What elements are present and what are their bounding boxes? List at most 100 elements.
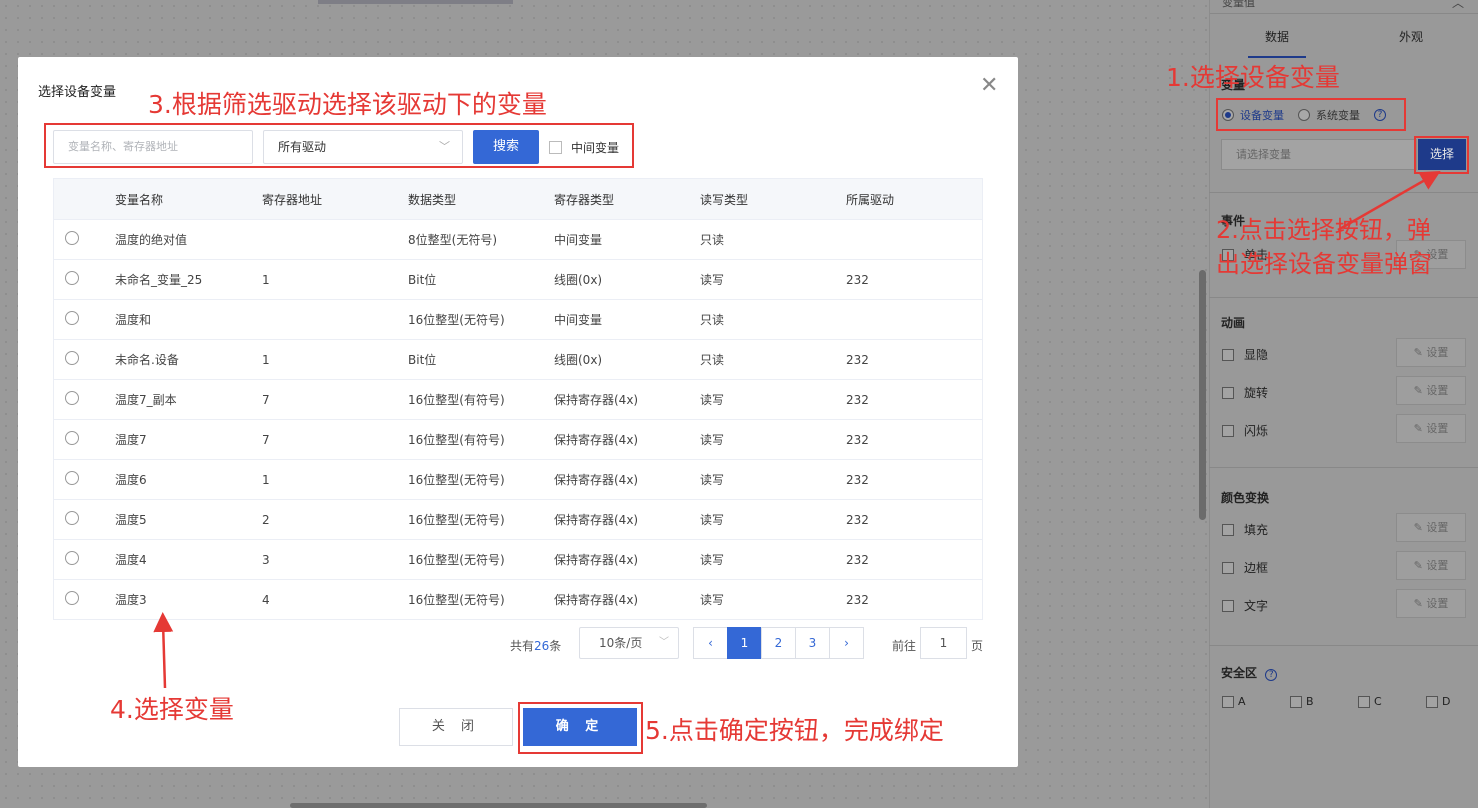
color-border-label: 边框 (1244, 561, 1269, 575)
cell-data-type: 16位整型(无符号) (408, 313, 505, 327)
table-row[interactable]: 温度3 4 16位整型(无符号) 保持寄存器(4x) 读写 232 (54, 579, 982, 619)
safe-zone-title: 安全区 ? (1221, 664, 1278, 681)
row-radio[interactable] (65, 311, 79, 325)
color-fill-checkbox[interactable] (1222, 523, 1234, 536)
cell-driver: 232 (846, 432, 869, 447)
chevron-up-icon[interactable]: ︿ (1452, 0, 1464, 11)
color-border-set-button[interactable]: ✎ 设置 (1396, 551, 1466, 580)
safe-zone-c[interactable]: C (1358, 695, 1426, 708)
tab-data[interactable]: 数据 (1210, 14, 1344, 58)
variable-input[interactable]: 请选择变量 (1221, 139, 1417, 170)
question-circle-icon[interactable]: ? (1265, 669, 1278, 681)
color-text-checkbox[interactable] (1222, 599, 1234, 612)
anim-rotate-set-button[interactable]: ✎ 设置 (1396, 376, 1466, 405)
table-row[interactable]: 温度5 2 16位整型(无符号) 保持寄存器(4x) 读写 232 (54, 499, 982, 539)
anim-visibility-checkbox[interactable] (1222, 348, 1234, 361)
safe-c-label: C (1374, 695, 1382, 708)
cell-driver: 232 (846, 352, 869, 367)
row-radio[interactable] (65, 271, 79, 285)
cell-register-address: 4 (262, 592, 270, 607)
table-row[interactable]: 温度和 16位整型(无符号) 中间变量 只读 (54, 299, 982, 339)
cell-rw-type: 读写 (700, 393, 725, 407)
annotation-step2-line1: 2.点击选择按钮，弹 (1216, 216, 1431, 244)
cell-register-address: 1 (262, 272, 270, 287)
row-radio[interactable] (65, 231, 79, 245)
row-radio[interactable] (65, 511, 79, 525)
table-row[interactable]: 未命名.设备 1 Bit位 线圈(0x) 只读 232 (54, 339, 982, 379)
cell-variable-name: 未命名_变量_25 (115, 273, 203, 287)
panel-tabs: 数据 外观 (1210, 14, 1478, 58)
row-radio[interactable] (65, 431, 79, 445)
table-row[interactable]: 温度6 1 16位整型(无符号) 保持寄存器(4x) 读写 232 (54, 459, 982, 499)
annotation-step1: 1.选择设备变量 (1166, 63, 1340, 92)
table-row[interactable]: 温度7_副本 7 16位整型(有符号) 保持寄存器(4x) 读写 232 (54, 379, 982, 419)
cell-driver: 232 (846, 512, 869, 527)
color-row-fill[interactable]: 填充 (1222, 521, 1268, 538)
row-radio[interactable] (65, 351, 79, 365)
anim-row-visibility[interactable]: 显隐 (1222, 346, 1268, 363)
cell-register-address: 2 (262, 512, 270, 527)
cell-rw-type: 读写 (700, 273, 725, 287)
cell-driver: 232 (846, 272, 869, 287)
cell-variable-name: 温度7 (115, 433, 147, 447)
anim-rotate-checkbox[interactable] (1222, 386, 1234, 399)
close-icon[interactable]: ✕ (980, 75, 998, 97)
safe-b-checkbox[interactable] (1290, 695, 1302, 708)
cell-rw-type: 读写 (700, 473, 725, 487)
page-button-2[interactable]: 2 (761, 627, 796, 659)
row-radio[interactable] (65, 391, 79, 405)
cell-data-type: 8位整型(无符号) (408, 233, 497, 247)
table-row[interactable]: 温度4 3 16位整型(无符号) 保持寄存器(4x) 读写 232 (54, 539, 982, 579)
table-row[interactable]: 未命名_变量_25 1 Bit位 线圈(0x) 读写 232 (54, 259, 982, 299)
canvas-top-bar (318, 0, 513, 4)
table-row[interactable]: 温度7 7 16位整型(有符号) 保持寄存器(4x) 读写 232 (54, 419, 982, 459)
color-border-checkbox[interactable] (1222, 561, 1234, 574)
color-fill-set-button[interactable]: ✎ 设置 (1396, 513, 1466, 542)
safe-a-checkbox[interactable] (1222, 695, 1234, 708)
safe-d-label: D (1442, 695, 1451, 708)
page-button-1[interactable]: 1 (727, 627, 762, 659)
color-row-border[interactable]: 边框 (1222, 559, 1268, 576)
tab-appearance[interactable]: 外观 (1344, 14, 1478, 56)
column-header: 所属驱动 (846, 192, 895, 207)
cell-variable-name: 温度和 (115, 313, 152, 327)
page-button-3[interactable]: 3 (795, 627, 830, 659)
anim-blink-checkbox[interactable] (1222, 424, 1234, 437)
prev-page-button[interactable]: ‹ (693, 627, 728, 659)
column-header: 数据类型 (408, 192, 457, 207)
cell-register-type: 保持寄存器(4x) (554, 473, 639, 487)
row-radio[interactable] (65, 591, 79, 605)
pencil-icon: ✎ (1413, 521, 1427, 534)
cell-rw-type: 只读 (700, 313, 725, 327)
panel-divider (1209, 297, 1478, 298)
row-radio[interactable] (65, 471, 79, 485)
safe-zone-options: A B C D (1222, 695, 1478, 708)
dialog-title: 选择设备变量 (38, 85, 117, 100)
safe-c-checkbox[interactable] (1358, 695, 1370, 708)
anim-visibility-set-button[interactable]: ✎ 设置 (1396, 338, 1466, 367)
cell-register-type: 线圈(0x) (554, 353, 603, 367)
safe-d-checkbox[interactable] (1426, 695, 1438, 708)
cell-register-type: 中间变量 (554, 313, 603, 327)
anim-row-rotate[interactable]: 旋转 (1222, 384, 1268, 401)
safe-zone-a[interactable]: A (1222, 695, 1290, 708)
canvas-horizontal-scrollbar[interactable] (290, 803, 707, 808)
page-size-select[interactable]: 10条/页 ﹀ (579, 627, 679, 659)
next-page-button[interactable]: › (829, 627, 864, 659)
cell-data-type: Bit位 (408, 273, 437, 287)
pagination-total: 共有26条 (510, 637, 561, 654)
goto-unit: 页 (971, 639, 984, 653)
cell-rw-type: 只读 (700, 233, 725, 247)
anim-row-blink[interactable]: 闪烁 (1222, 422, 1268, 439)
safe-zone-b[interactable]: B (1290, 695, 1358, 708)
pencil-icon: ✎ (1413, 346, 1427, 359)
color-text-set-button[interactable]: ✎ 设置 (1396, 589, 1466, 618)
goto-page-input[interactable]: 1 (920, 627, 967, 659)
safe-zone-d[interactable]: D (1426, 695, 1478, 708)
canvas-vertical-scrollbar[interactable] (1199, 270, 1206, 520)
close-button[interactable]: 关 闭 (399, 708, 513, 746)
row-radio[interactable] (65, 551, 79, 565)
anim-blink-set-button[interactable]: ✎ 设置 (1396, 414, 1466, 443)
table-row[interactable]: 温度的绝对值 8位整型(无符号) 中间变量 只读 (54, 219, 982, 259)
color-row-text[interactable]: 文字 (1222, 597, 1268, 614)
